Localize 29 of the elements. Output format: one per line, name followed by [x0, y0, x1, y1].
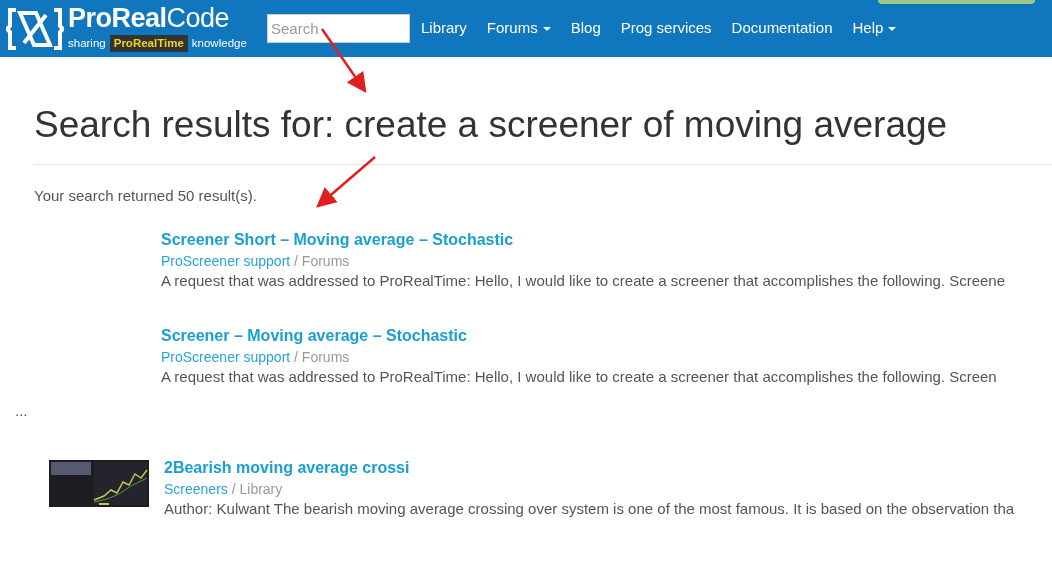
ellipsis-text: ... — [15, 400, 29, 421]
nav-link[interactable]: Documentation — [721, 17, 843, 40]
tagline-badge: ProRealTime — [109, 34, 188, 53]
logo-text[interactable]: ProRealCode — [68, 4, 247, 32]
nav-link[interactable]: Blog — [560, 17, 611, 40]
result-title-link[interactable]: 2Bearish moving average crossi — [164, 459, 410, 477]
result-title-link[interactable]: Screener Short – Moving average – Stochastic — [161, 230, 514, 248]
result-snippet: A request that was addressed to ProRealTime: Hello, I would like to create a screener that accomplishes the following. Screen — [161, 366, 997, 387]
section-text: / Forums — [294, 252, 350, 269]
nav-link[interactable]: Prog services — [610, 17, 722, 40]
section-text: / Library — [231, 481, 283, 498]
tagline-text: knowledge — [191, 35, 247, 51]
result-count: Your search returned 50 result(s). — [34, 186, 258, 207]
section-text: / Forums — [294, 348, 350, 365]
annotation-arrow — [316, 156, 376, 208]
nav-link[interactable]: Forums — [476, 17, 561, 40]
page-heading: Search results for: create a screener of moving average — [34, 103, 949, 147]
result-snippet: Author: Kulwant The bearish moving average crossing over system is one of the most famous. It is based on the observation tha — [164, 499, 1015, 520]
tagline-text: sharing — [68, 35, 106, 51]
annotation-arrow — [320, 28, 367, 94]
category-link[interactable]: ProScreener support — [161, 348, 291, 365]
search-field[interactable]: Search — [267, 14, 410, 43]
result-snippet: A request that was addressed to ProRealTime: Hello, I would like to create a screener that accomplishes the following. Screene — [161, 270, 1006, 291]
result-title-link[interactable]: Screener – Moving average – Stochastic — [161, 326, 467, 344]
nav-link[interactable]: Library — [411, 17, 477, 40]
logo-icon[interactable] — [6, 6, 64, 51]
category-link[interactable]: ProScreener support — [161, 252, 291, 269]
nav-link[interactable]: Help — [842, 17, 907, 40]
category-link[interactable]: Screeners — [164, 481, 228, 498]
